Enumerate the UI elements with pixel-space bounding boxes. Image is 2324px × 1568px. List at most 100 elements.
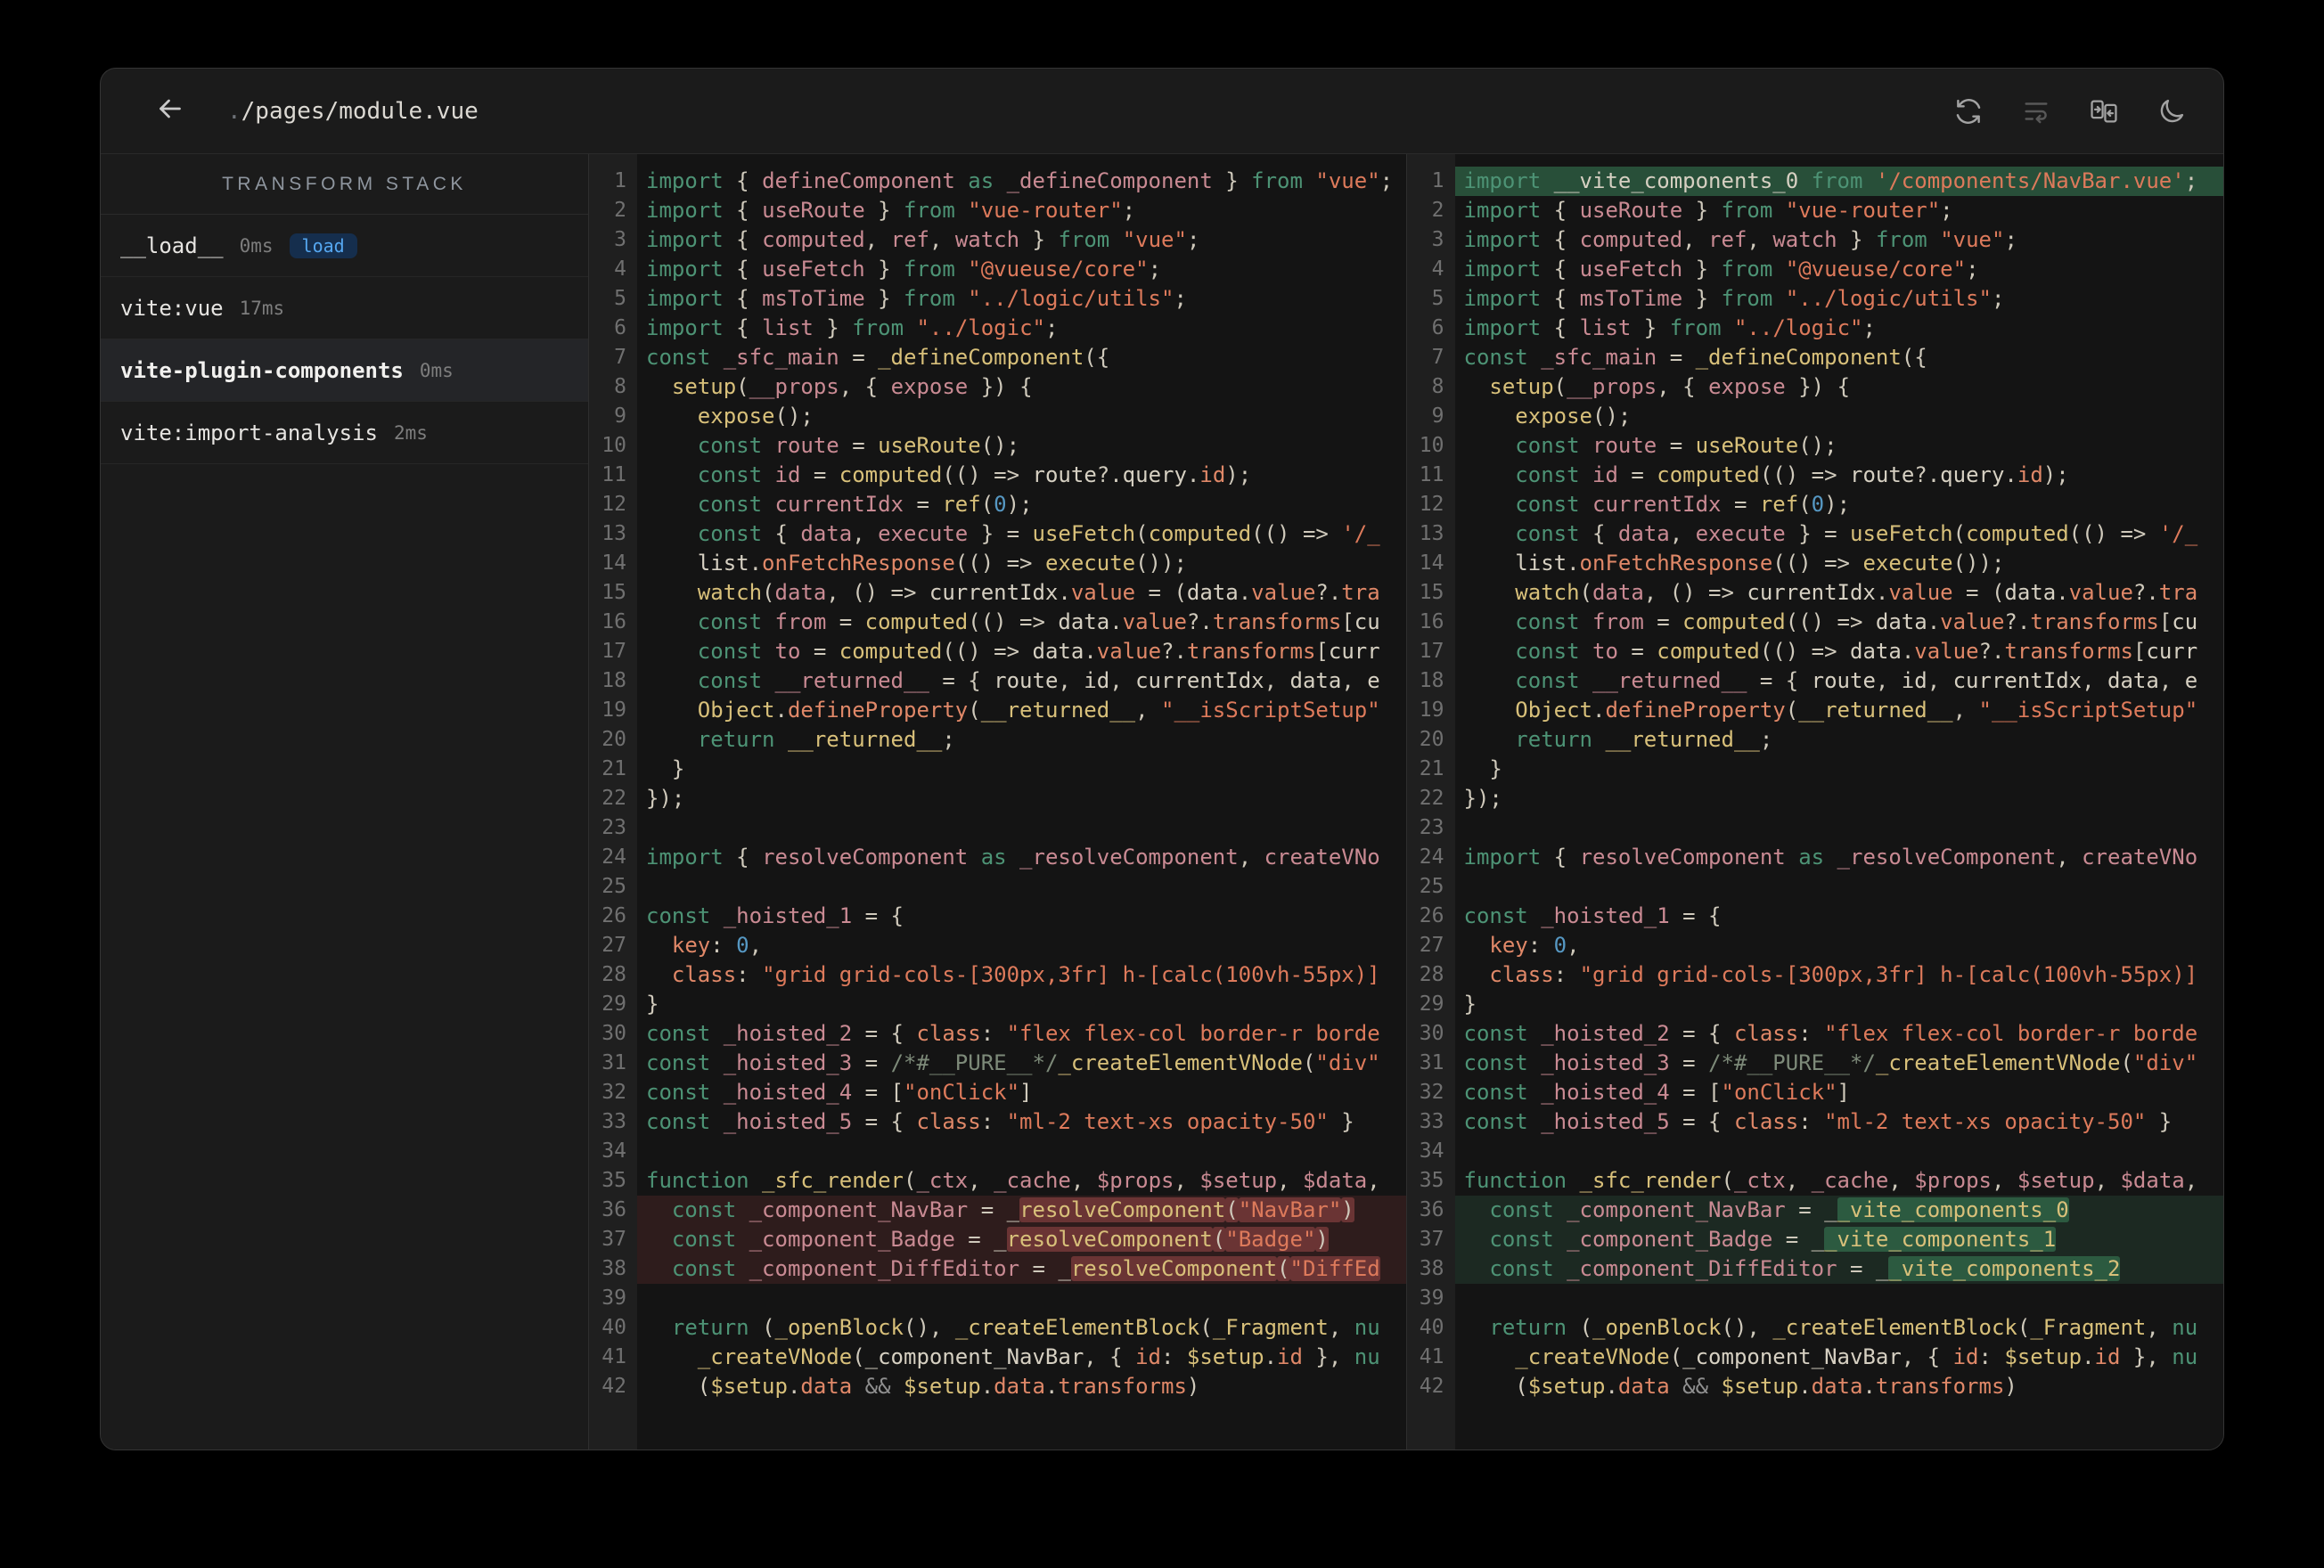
code-line: } <box>646 992 659 1017</box>
code-line: _createVNode(_component_NavBar, { id: $s… <box>1515 1344 2198 1369</box>
code-line: const _component_NavBar = __vite_compone… <box>1454 1196 2223 1225</box>
code-line: const _hoisted_5 = { class: "ml-2 text-x… <box>1463 1109 2173 1134</box>
code-line: }); <box>1463 786 1502 811</box>
sidebar-item-vite-plugin-components[interactable]: vite-plugin-components 0ms <box>101 339 588 402</box>
code-line: Object.defineProperty(__returned__, "__i… <box>1515 698 2198 723</box>
transform-stack-list: __load__ 0ms load vite:vue 17ms vite-plugin-c… <box>101 215 588 464</box>
line-number: 18 <box>1419 669 1444 692</box>
line-number: 27 <box>1419 934 1444 957</box>
code-line: const _sfc_main = _defineComponent({ <box>1463 345 1927 370</box>
load-badge: load <box>289 233 357 258</box>
wrap-lines-icon[interactable] <box>2020 95 2052 127</box>
line-number: 34 <box>1419 1139 1444 1163</box>
code-line: key: 0, <box>1489 933 1580 958</box>
line-number: 25 <box>1419 875 1444 898</box>
line-number: 13 <box>1419 522 1444 545</box>
code-line: } <box>646 756 685 781</box>
plugin-name: vite:vue <box>120 295 224 321</box>
code-line: const _hoisted_1 = { <box>646 903 904 928</box>
line-number: 23 <box>601 816 626 839</box>
code-line: import { msToTime } from "../logic/utils… <box>1463 286 2005 311</box>
line-number: 8 <box>614 375 626 398</box>
code-line: import { computed, ref, watch } from "vu… <box>1463 227 2017 252</box>
code-line: import __vite_components_0 from '/compon… <box>1454 167 2223 196</box>
plugin-time: 0ms <box>419 359 454 381</box>
code-line: const currentIdx = ref(0); <box>1515 492 1851 517</box>
code-line: const _hoisted_4 = ["onClick"] <box>1463 1080 1851 1105</box>
code-line: const id = computed(() => route?.query.i… <box>1515 462 2069 487</box>
app-window: ./pages/module.vue TRANSFORM STACK __loa… <box>100 68 2224 1450</box>
line-number: 36 <box>1419 1198 1444 1221</box>
line-number: 16 <box>1419 610 1444 633</box>
code-line: } <box>1463 992 1477 1017</box>
line-number: 25 <box>601 875 626 898</box>
line-number: 5 <box>1431 287 1444 310</box>
back-button[interactable] <box>151 92 190 131</box>
code-line: return __returned__; <box>697 727 955 752</box>
code-line: return __returned__; <box>1515 727 1773 752</box>
line-number: 35 <box>601 1169 626 1192</box>
code-line: const { data, execute } = useFetch(compu… <box>1515 521 2198 546</box>
line-number: 32 <box>1419 1081 1444 1104</box>
code-line: const currentIdx = ref(0); <box>697 492 1033 517</box>
line-number: 17 <box>1419 640 1444 663</box>
line-number: 22 <box>601 787 626 810</box>
line-number: 39 <box>1419 1286 1444 1310</box>
code-line: const _hoisted_2 = { class: "flex flex-c… <box>646 1021 1380 1046</box>
line-number-gutter: 1 2 3 4 5 6 7 8 9 10 11 12 13 14 15 16 17 18 19 20 21 22 23 24 2… <box>589 154 637 1450</box>
code-line: import { useFetch } from "@vueuse/core"; <box>646 257 1162 282</box>
sidebar-item--load-[interactable]: __load__ 0ms load <box>101 215 588 277</box>
line-number: 14 <box>1419 551 1444 575</box>
sidebar-item-vite-vue[interactable]: vite:vue 17ms <box>101 277 588 339</box>
code-line: const _hoisted_2 = { class: "flex flex-c… <box>1463 1021 2198 1046</box>
code-line: setup(__props, { expose }) { <box>1489 374 1851 399</box>
line-number: 28 <box>1419 963 1444 986</box>
code-line: import { useRoute } from "vue-router"; <box>1463 198 1953 223</box>
line-number: 3 <box>1431 228 1444 251</box>
code-line: import { computed, ref, watch } from "vu… <box>646 227 1200 252</box>
code-line: } <box>1463 756 1502 781</box>
diff-panels-icon[interactable] <box>2088 95 2120 127</box>
line-number: 40 <box>601 1316 626 1339</box>
line-number: 22 <box>1419 787 1444 810</box>
path-prefix: . <box>227 97 241 125</box>
code-line: const _sfc_main = _defineComponent({ <box>646 345 1110 370</box>
line-number: 6 <box>1431 316 1444 339</box>
moon-icon[interactable] <box>2156 95 2188 127</box>
line-number: 42 <box>1419 1375 1444 1398</box>
line-number: 2 <box>1431 199 1444 222</box>
code-line: const _component_DiffEditor = _resolveCo… <box>637 1254 1406 1284</box>
line-number: 23 <box>1419 816 1444 839</box>
line-number: 7 <box>614 346 626 369</box>
code-line: import { list } from "../logic"; <box>1463 315 1876 340</box>
line-number: 21 <box>601 757 626 780</box>
line-number: 35 <box>1419 1169 1444 1192</box>
line-number: 16 <box>601 610 626 633</box>
code-line: import { defineComponent as _defineCompo… <box>646 168 1394 193</box>
code-line: const __returned__ = { route, id, curren… <box>697 668 1380 693</box>
code-line: class: "grid grid-cols-[300px,3fr] h-[ca… <box>671 962 1380 987</box>
line-number: 2 <box>614 199 626 222</box>
code-line: key: 0, <box>671 933 763 958</box>
code-line: function _sfc_render(_ctx, _cache, $prop… <box>646 1168 1380 1193</box>
code-lines: import { defineComponent as _defineCompo… <box>637 154 1406 1450</box>
code-line: const __returned__ = { route, id, curren… <box>1515 668 2198 693</box>
code-line: const _component_Badge = _resolveCompone… <box>637 1225 1406 1254</box>
code-line: const _hoisted_5 = { class: "ml-2 text-x… <box>646 1109 1354 1134</box>
line-number: 29 <box>601 992 626 1016</box>
code-line: }); <box>646 786 685 811</box>
plugin-name: vite:import-analysis <box>120 420 378 445</box>
line-number: 1 <box>1431 169 1444 192</box>
code-line: const id = computed(() => route?.query.i… <box>697 462 1252 487</box>
line-number: 30 <box>601 1022 626 1045</box>
sidebar-item-vite-import-analysis[interactable]: vite:import-analysis 2ms <box>101 402 588 464</box>
titlebar-actions <box>1952 95 2188 127</box>
code-line: const route = useRoute(); <box>1515 433 1837 458</box>
code-line: list.onFetchResponse(() => execute()); <box>1515 551 2005 576</box>
code-line: watch(data, () => currentIdx.value = (da… <box>1515 580 2198 605</box>
refresh-icon[interactable] <box>1952 95 1984 127</box>
line-number: 33 <box>601 1110 626 1133</box>
code-panel-right[interactable]: 1 2 3 4 5 6 7 8 9 10 11 12 13 14 15 16 17 18 19 20 21 22 23 24 2… <box>1405 154 2223 1450</box>
code-panel-left[interactable]: 1 2 3 4 5 6 7 8 9 10 11 12 13 14 15 16 17 18 19 20 21 22 23 24 2… <box>589 154 1406 1450</box>
